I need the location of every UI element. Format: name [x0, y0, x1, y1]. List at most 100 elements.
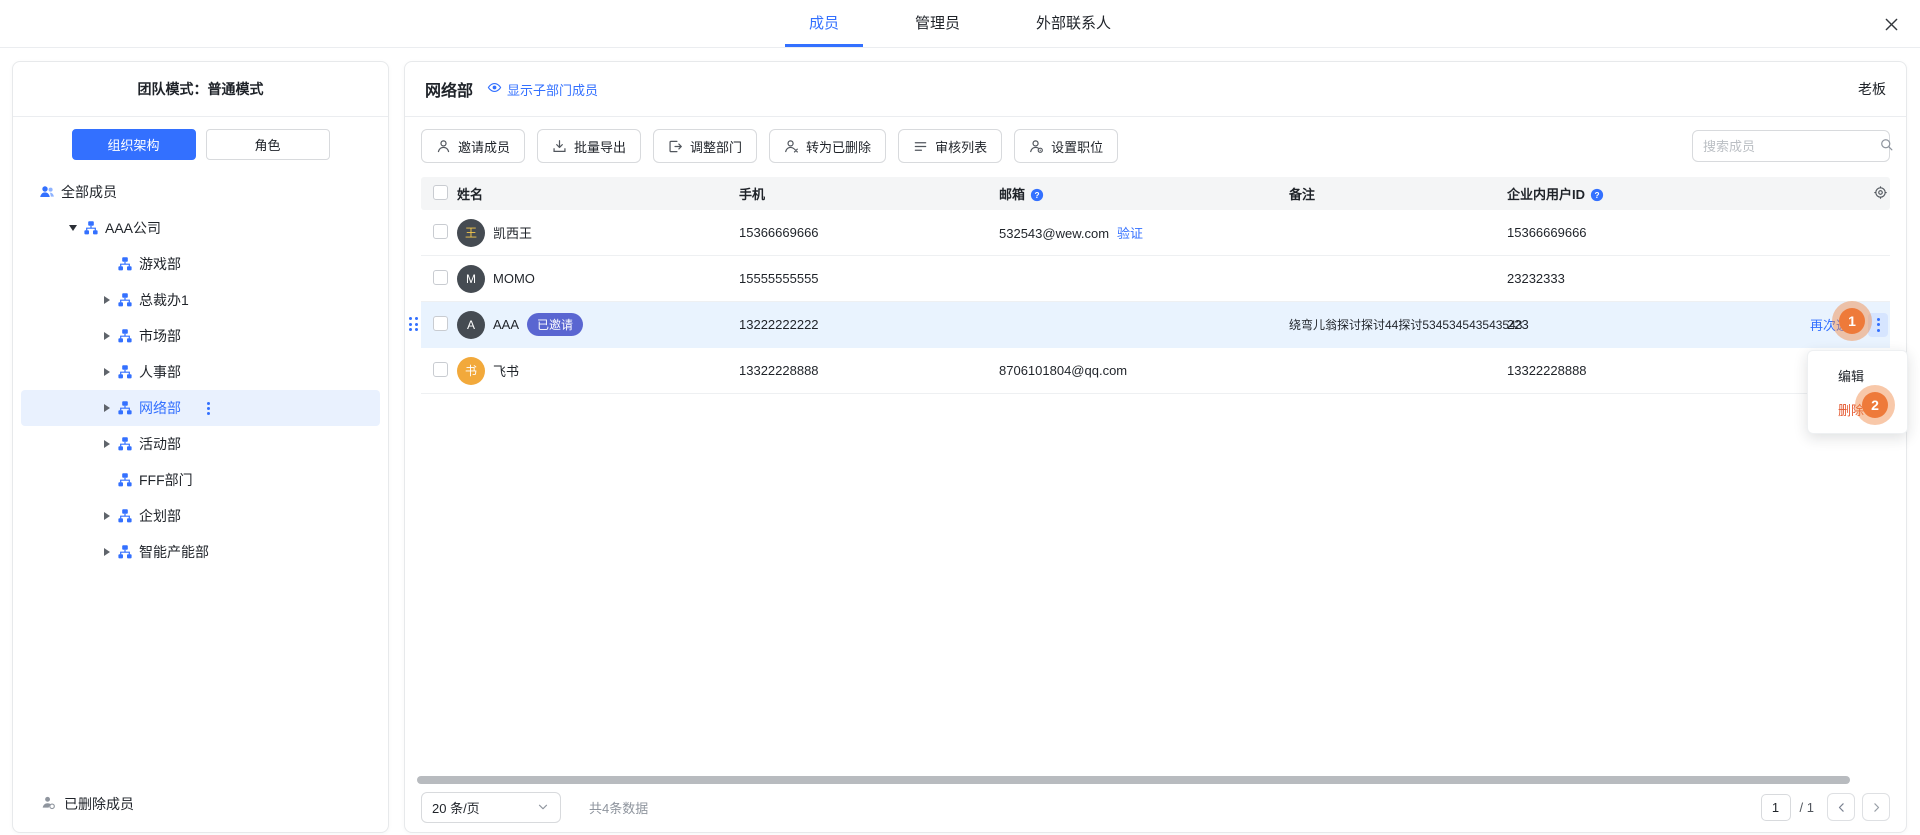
member-email: 532543@wew.com	[999, 226, 1109, 241]
member-email: 8706101804@qq.com	[999, 363, 1289, 378]
batch-export-button[interactable]: 批量导出	[537, 129, 641, 163]
page-number-input[interactable]	[1761, 794, 1791, 821]
help-icon[interactable]: ?	[1590, 188, 1604, 202]
tree-item-game-dept[interactable]: 游戏部	[21, 246, 380, 282]
tab-external-contacts[interactable]: 外部联系人	[1012, 0, 1135, 47]
select-all-checkbox[interactable]	[433, 185, 448, 200]
verify-email-link[interactable]: 验证	[1117, 226, 1143, 241]
column-header-phone: 手机	[739, 184, 999, 203]
tree-item-label: 网络部	[139, 398, 181, 418]
member-phone: 15366669666	[739, 225, 999, 240]
role-label: 老板	[1858, 79, 1886, 99]
column-settings-gear-icon[interactable]	[1873, 185, 1888, 203]
chevron-collapsed-icon[interactable]	[99, 404, 115, 412]
tree-item-hr-dept[interactable]: 人事部	[21, 354, 380, 390]
org-icon	[117, 472, 133, 488]
avatar: M	[457, 265, 485, 293]
move-to-deleted-button[interactable]: 转为已删除	[769, 129, 886, 163]
person-deleted-icon	[41, 795, 56, 813]
tree-item-network-dept-selected[interactable]: 网络部	[21, 390, 380, 426]
tab-admins[interactable]: 管理员	[891, 0, 984, 47]
show-subdept-label: 显示子部门成员	[507, 80, 598, 99]
tree-item-planning-dept[interactable]: 企划部	[21, 498, 380, 534]
member-row[interactable]: M MOMO 15555555555 23232333	[421, 256, 1890, 302]
row-checkbox[interactable]	[433, 270, 448, 285]
member-name: AAA	[493, 317, 519, 332]
list-icon	[913, 139, 928, 154]
invite-member-button[interactable]: 邀请成员	[421, 129, 525, 163]
row-checkbox[interactable]	[433, 362, 448, 377]
horizontal-scrollbar[interactable]	[417, 776, 1850, 784]
tree-item-activity-dept[interactable]: 活动部	[21, 426, 380, 462]
member-row[interactable]: 书 飞书 13322228888 8706101804@qq.com 13322…	[421, 348, 1890, 394]
tree-item-label: 企划部	[139, 506, 181, 526]
row-context-menu: 编辑 删除	[1807, 350, 1908, 434]
member-remark: 绕弯儿翁探讨探讨44探讨534534543543543	[1289, 316, 1507, 333]
member-row-hovered[interactable]: A AAA 已邀请 13222222222 绕弯儿翁探讨探讨44探讨534534…	[421, 302, 1890, 348]
row-checkbox[interactable]	[433, 224, 448, 239]
tree-item-label: 市场部	[139, 326, 181, 346]
tree-item-label: 活动部	[139, 434, 181, 454]
download-icon	[552, 139, 567, 154]
tree-item-smart-capacity-dept[interactable]: 智能产能部	[21, 534, 380, 570]
org-structure-button[interactable]: 组织架构	[72, 129, 196, 160]
search-input[interactable]	[1703, 139, 1879, 154]
row-more-icon[interactable]	[1868, 313, 1888, 337]
org-icon	[117, 436, 133, 452]
tree-item-market-dept[interactable]: 市场部	[21, 318, 380, 354]
tree-item-fff-dept[interactable]: FFF部门	[21, 462, 380, 498]
chevron-collapsed-icon[interactable]	[99, 296, 115, 304]
member-row[interactable]: 王 凯西王 15366669666 532543@wew.com验证 15366…	[421, 210, 1890, 256]
review-list-button[interactable]: 审核列表	[898, 129, 1002, 163]
member-phone: 13222222222	[739, 317, 999, 332]
page-size-select[interactable]: 20 条/页	[421, 792, 561, 823]
member-name: MOMO	[493, 271, 535, 286]
avatar: A	[457, 311, 485, 339]
department-title: 网络部	[425, 77, 473, 101]
member-userid: 223	[1507, 317, 1787, 332]
chevron-collapsed-icon[interactable]	[99, 440, 115, 448]
tab-group: 成员 管理员 外部联系人	[771, 0, 1149, 47]
tree-item-ceo-office[interactable]: 总裁办1	[21, 282, 380, 318]
prev-page-button[interactable]	[1827, 793, 1855, 821]
member-toolbar: 邀请成员 批量导出 调整部门 转为已删除 审核列表 设置职位	[421, 129, 1890, 163]
tab-members[interactable]: 成员	[785, 0, 863, 47]
total-pages-label: / 1	[1800, 800, 1814, 815]
tree-item-label: 人事部	[139, 362, 181, 382]
chevron-collapsed-icon[interactable]	[99, 332, 115, 340]
tree-item-label: 游戏部	[139, 254, 181, 274]
row-checkbox[interactable]	[433, 316, 448, 331]
help-icon[interactable]: ?	[1030, 188, 1044, 202]
member-name: 飞书	[493, 361, 519, 380]
move-out-icon	[668, 139, 683, 154]
person-icon	[436, 139, 451, 154]
chevron-expanded-icon[interactable]	[65, 225, 81, 231]
tree-more-icon[interactable]	[207, 402, 210, 415]
chevron-down-icon	[536, 800, 550, 814]
close-icon[interactable]	[1880, 13, 1902, 35]
context-menu-delete[interactable]: 删除	[1808, 392, 1907, 426]
pagination-bar: 20 条/页 共4条数据 / 1	[421, 790, 1890, 824]
deleted-members-label: 已删除成员	[64, 794, 134, 814]
page-size-value: 20 条/页	[432, 798, 480, 817]
context-menu-edit[interactable]: 编辑	[1808, 358, 1907, 392]
people-group-icon	[39, 184, 55, 200]
deleted-members-link[interactable]: 已删除成员	[41, 794, 134, 814]
tree-item-all-members[interactable]: 全部成员	[21, 174, 380, 210]
top-tab-bar: 成员 管理员 外部联系人	[0, 0, 1920, 48]
chevron-collapsed-icon[interactable]	[99, 368, 115, 376]
set-position-button[interactable]: 设置职位	[1014, 129, 1118, 163]
adjust-department-button[interactable]: 调整部门	[653, 129, 757, 163]
show-subdept-toggle[interactable]: 显示子部门成员	[487, 80, 598, 99]
invited-badge: 已邀请	[527, 313, 583, 336]
org-icon	[117, 328, 133, 344]
tree-item-aaa-company[interactable]: AAA公司	[21, 210, 380, 246]
role-button[interactable]: 角色	[206, 129, 330, 160]
tree-item-label: AAA公司	[105, 218, 161, 238]
next-page-button[interactable]	[1862, 793, 1890, 821]
chevron-collapsed-icon[interactable]	[99, 512, 115, 520]
chevron-collapsed-icon[interactable]	[99, 548, 115, 556]
svg-text:?: ?	[1594, 190, 1599, 200]
drag-handle-icon[interactable]	[409, 317, 418, 331]
column-header-userid: 企业内用户ID?	[1507, 184, 1787, 203]
